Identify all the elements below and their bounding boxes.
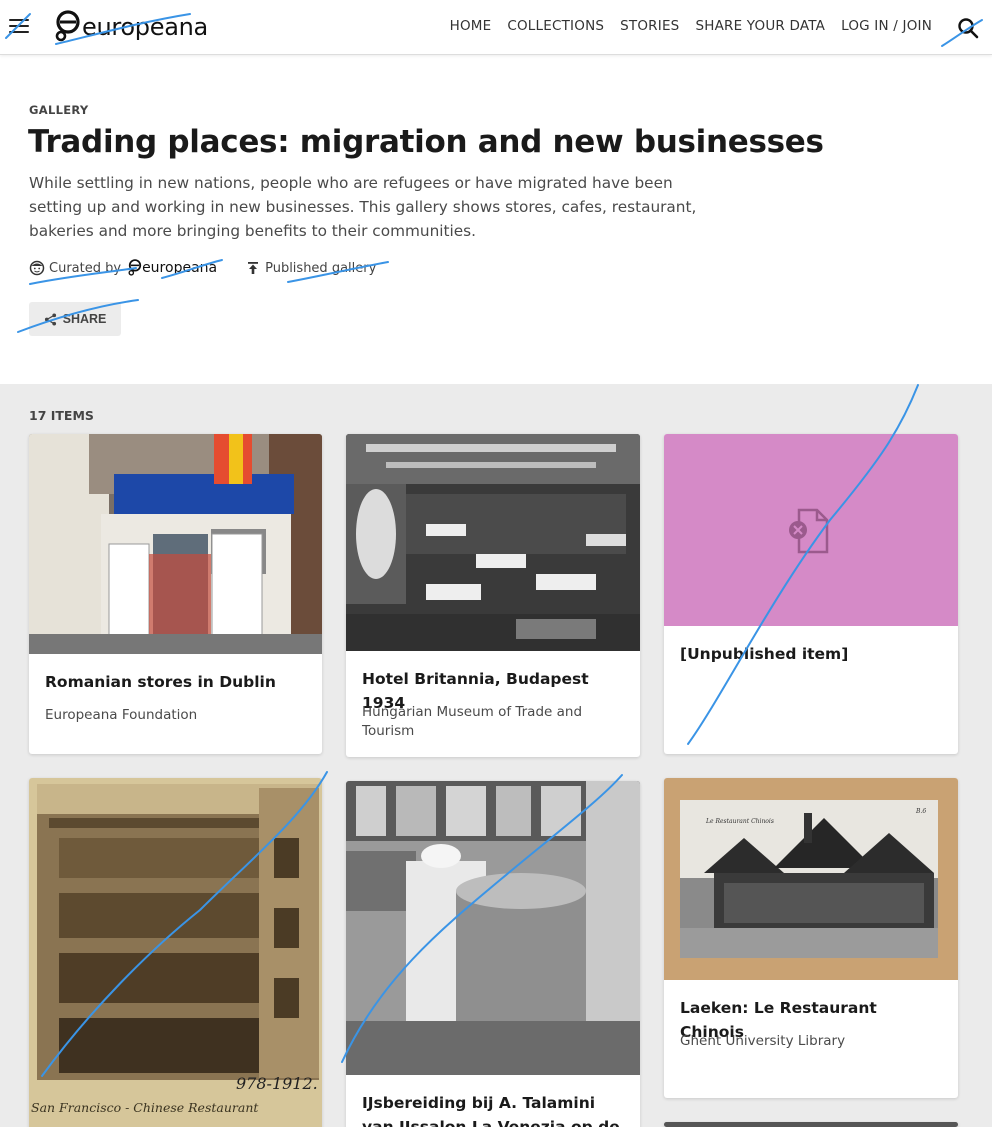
curator-link[interactable]: europeana <box>128 259 217 277</box>
postcard-number: B.6 <box>916 808 927 815</box>
item-thumbnail-postcard-chinese-restaurant <box>664 778 958 980</box>
hamburger-menu-icon[interactable] <box>9 19 29 35</box>
gallery-meta: Curated by europeana Published gallery <box>29 259 376 277</box>
published-label: Published gallery <box>265 260 377 276</box>
item-card[interactable]: Romanian stores in Dublin Europeana Foun… <box>29 434 322 754</box>
share-label: SHARE <box>62 312 107 326</box>
europeana-logo-mark-icon <box>128 259 142 276</box>
item-thumbnail-ice-cream-making <box>346 781 640 1075</box>
nav-collections[interactable]: COLLECTIONS <box>507 18 604 34</box>
share-icon <box>44 312 56 326</box>
nav-home[interactable]: HOME <box>450 18 492 34</box>
curator-name: europeana <box>142 260 218 276</box>
page-title: Trading places: migration and new busine… <box>28 124 824 160</box>
share-button[interactable]: SHARE <box>29 302 121 336</box>
photo-inscription-caption: San Francisco - Chinese Restaurant <box>31 1100 259 1115</box>
item-provider: Ghent University Library <box>680 1033 846 1049</box>
search-icon[interactable] <box>957 17 979 39</box>
gallery-description: While settling in new nations, people wh… <box>29 174 697 240</box>
nav-log-in-join[interactable]: LOG IN / JOIN <box>841 18 932 34</box>
photo-inscription-number: 978-1912. <box>236 1074 318 1093</box>
item-provider: Europeana Foundation <box>45 707 198 723</box>
item-card[interactable]: [Unpublished item] <box>664 434 958 754</box>
item-thumbnail-hotel-dining-room <box>346 434 640 651</box>
item-card[interactable]: 978-1912. San Francisco - Chinese Restau… <box>29 778 322 1127</box>
item-card[interactable]: Le Restaurant Chinois B.6 Laeken: Le Res… <box>664 778 958 1098</box>
nav-share-your-data[interactable]: SHARE YOUR DATA <box>695 18 825 34</box>
nav-stories[interactable]: STORIES <box>620 18 679 34</box>
item-thumbnail-storefront <box>29 434 322 654</box>
item-card[interactable]: IJsbereiding bij A. Talamini van IJssalo… <box>346 781 640 1127</box>
postcard-caption: Le Restaurant Chinois <box>706 818 774 825</box>
publish-upload-icon <box>248 262 259 274</box>
item-title: IJsbereiding bij A. Talamini van IJssalo… <box>362 1094 620 1127</box>
gallery-kicker: GALLERY <box>29 103 89 117</box>
item-title: [Unpublished item] <box>680 645 849 663</box>
published-status: Published gallery <box>247 261 376 276</box>
missing-file-icon <box>789 508 829 554</box>
item-card[interactable]: Hotel Britannia, Budapest 1934 Hungarian… <box>346 434 640 757</box>
user-face-icon <box>29 260 45 276</box>
main-nav: HOME COLLECTIONS STORIES SHARE YOUR DATA… <box>450 18 932 34</box>
europeana-logo[interactable]: europeana <box>55 10 208 44</box>
curated-by: Curated by europeana <box>29 259 217 277</box>
curated-by-label: Curated by <box>49 260 122 276</box>
logo-wordmark: europeana <box>82 13 208 41</box>
top-navigation-bar: europeana HOME COLLECTIONS STORIES SHARE… <box>0 0 992 55</box>
items-count: 17 ITEMS <box>29 408 94 423</box>
item-title: Romanian stores in Dublin <box>45 673 276 691</box>
item-card[interactable] <box>664 1122 958 1127</box>
europeana-logo-mark-icon <box>55 10 80 42</box>
item-provider: Hungarian Museum of Trade and Tourism <box>362 704 583 739</box>
